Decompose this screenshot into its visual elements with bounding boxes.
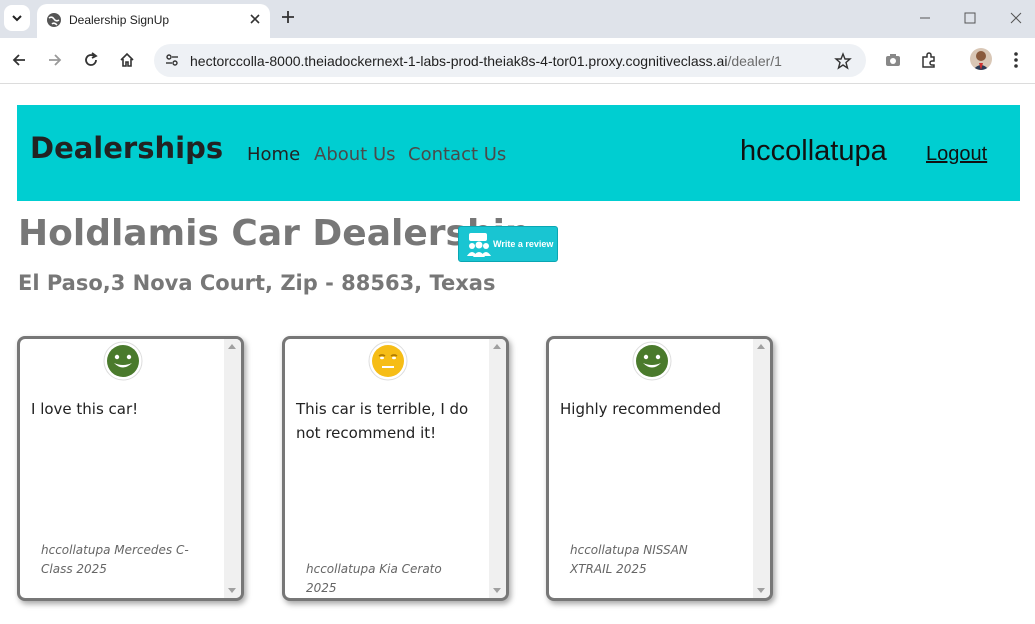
address-bar[interactable]: hectorccolla-8000.theiadockernext-1-labs… <box>154 44 866 77</box>
neutral-face-icon <box>368 341 408 381</box>
review-card: This car is terrible, I do not recommend… <box>282 336 509 601</box>
review-meta: hccollatupa Mercedes C-Class 2025 <box>41 543 189 576</box>
chevron-down-icon <box>12 15 22 22</box>
url-host: hectorccolla-8000.theiadockernext-1-labs… <box>190 53 728 69</box>
review-card: Highly recommended hccollatupa NISSAN XT… <box>546 336 773 601</box>
dealer-name: Holdlamis Car Dealership <box>18 213 531 254</box>
home-icon[interactable] <box>118 51 136 69</box>
smile-icon <box>103 341 143 381</box>
nav-link-about[interactable]: About Us <box>314 144 396 165</box>
tab-title: Dealership SignUp <box>69 13 170 27</box>
new-tab-icon[interactable] <box>280 9 296 25</box>
review-card: I love this car! hccollatupa Mercedes C-… <box>17 336 244 601</box>
maximize-icon[interactable] <box>963 11 977 25</box>
logout-link[interactable]: Logout <box>926 143 987 166</box>
card-scrollbar[interactable] <box>224 339 241 598</box>
extensions-icon[interactable] <box>920 51 938 69</box>
forward-arrow-icon[interactable] <box>46 51 64 69</box>
nav-link-contact[interactable]: Contact Us <box>408 144 506 165</box>
browser-toolbar: hectorccolla-8000.theiadockernext-1-labs… <box>0 38 1035 84</box>
url-path: /dealer/1 <box>727 53 782 69</box>
dealer-address: El Paso,3 Nova Court, Zip - 88563, Texas <box>18 271 496 295</box>
review-text: This car is terrible, I do not recommend… <box>296 400 469 442</box>
site-info-icon[interactable] <box>164 52 180 68</box>
tab-search-button[interactable] <box>4 5 30 31</box>
write-review-label: Write a review <box>493 239 554 249</box>
browser-tab[interactable]: Dealership SignUp <box>37 4 270 38</box>
smile-icon <box>632 341 672 381</box>
reload-icon[interactable] <box>82 51 100 69</box>
brand-title[interactable]: Dealerships <box>30 131 223 165</box>
nav-link-home[interactable]: Home <box>247 144 300 165</box>
window-close-icon[interactable] <box>1009 11 1023 25</box>
review-meta: hccollatupa NISSAN XTRAIL 2025 <box>570 543 688 576</box>
people-review-icon <box>467 233 491 257</box>
bookmark-star-icon[interactable] <box>834 52 852 70</box>
camera-icon[interactable] <box>884 51 902 69</box>
back-arrow-icon[interactable] <box>10 51 28 69</box>
browser-tab-bar: Dealership SignUp <box>0 0 1035 38</box>
username: hccollatupa <box>740 135 887 167</box>
review-meta: hccollatupa Kia Cerato 2025 <box>306 562 442 595</box>
write-review-button[interactable]: Write a review <box>458 226 558 262</box>
close-icon[interactable] <box>248 12 262 26</box>
minimize-icon[interactable] <box>918 11 932 25</box>
site-navbar: Dealerships Home About Us Contact Us hcc… <box>17 105 1020 201</box>
url-text: hectorccolla-8000.theiadockernext-1-labs… <box>190 53 782 69</box>
more-menu-icon[interactable] <box>1011 51 1021 69</box>
profile-avatar[interactable] <box>970 48 992 70</box>
card-scrollbar[interactable] <box>489 339 506 598</box>
avatar-icon <box>973 51 989 70</box>
review-text: I love this car! <box>31 400 139 418</box>
card-scrollbar[interactable] <box>753 339 770 598</box>
review-text: Highly recommended <box>560 400 722 418</box>
globe-icon <box>47 13 61 27</box>
